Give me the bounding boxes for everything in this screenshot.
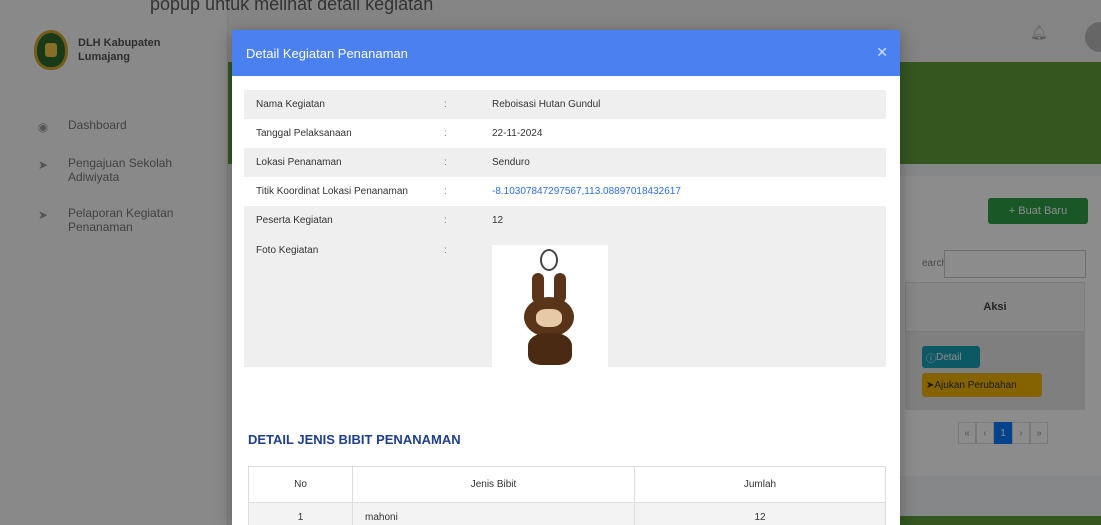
detail-separator: : (444, 245, 447, 256)
detail-label: Foto Kegiatan (256, 245, 319, 256)
table-cell: 1 (248, 502, 353, 525)
detail-value: Senduro (492, 157, 530, 168)
detail-row: Nama Kegiatan : Reboisasi Hutan Gundul (244, 90, 886, 119)
table-header[interactable]: Jenis Bibit (352, 466, 635, 503)
table-header-row: No Jenis Bibit Jumlah (248, 466, 886, 503)
coordinate-link[interactable]: -8.10307847297567,113.08897018432617 (492, 186, 886, 197)
section-title: DETAIL JENIS BIBIT PENANAMAN (248, 432, 461, 447)
div (528, 333, 572, 365)
table-header[interactable]: Jumlah (634, 466, 886, 503)
detail-label: Tanggal Pelaksanaan (256, 128, 352, 139)
detail-row: Lokasi Penanaman : Senduro (244, 148, 886, 177)
detail-separator: : (444, 128, 447, 139)
detail-row: Titik Koordinat Lokasi Penanaman : -8.10… (244, 177, 886, 206)
detail-label: Peserta Kegiatan (256, 215, 333, 226)
detail-value: Reboisasi Hutan Gundul (492, 99, 601, 110)
bibit-table: No Jenis Bibit Jumlah 1 mahoni 12 (248, 466, 886, 525)
detail-label: Lokasi Penanaman (256, 157, 342, 168)
detail-modal: Detail Kegiatan Penanaman ✕ Nama Kegiata… (232, 30, 900, 525)
top-clipped-text: popup untuk melihat detail kegiatan (150, 0, 434, 14)
activity-photo[interactable] (492, 245, 608, 370)
div (536, 309, 562, 327)
detail-list: Nama Kegiatan : Reboisasi Hutan Gundul T… (244, 90, 886, 370)
close-icon[interactable]: ✕ (876, 44, 888, 61)
detail-separator: : (444, 99, 447, 110)
modal-header: Detail Kegiatan Penanaman ✕ (232, 30, 900, 76)
detail-row: Tanggal Pelaksanaan : 22-11-2024 (244, 119, 886, 148)
detail-value: 12 (492, 215, 504, 226)
detail-separator: : (444, 215, 447, 226)
detail-label: Titik Koordinat Lokasi Penanaman (256, 186, 408, 197)
modal-title: Detail Kegiatan Penanaman (246, 45, 408, 61)
table-header[interactable]: No (248, 466, 353, 503)
div (540, 249, 558, 271)
detail-separator: : (444, 157, 447, 168)
detail-label: Nama Kegiatan (256, 99, 325, 110)
table-cell: 12 (634, 502, 886, 525)
detail-value: 22-11-2024 (492, 128, 543, 139)
detail-separator: : (444, 186, 447, 197)
table-cell: mahoni (352, 502, 635, 525)
table-row: 1 mahoni 12 (248, 502, 886, 525)
detail-row: Peserta Kegiatan : 12 (244, 206, 886, 235)
detail-row-photo: Foto Kegiatan : (244, 235, 886, 370)
